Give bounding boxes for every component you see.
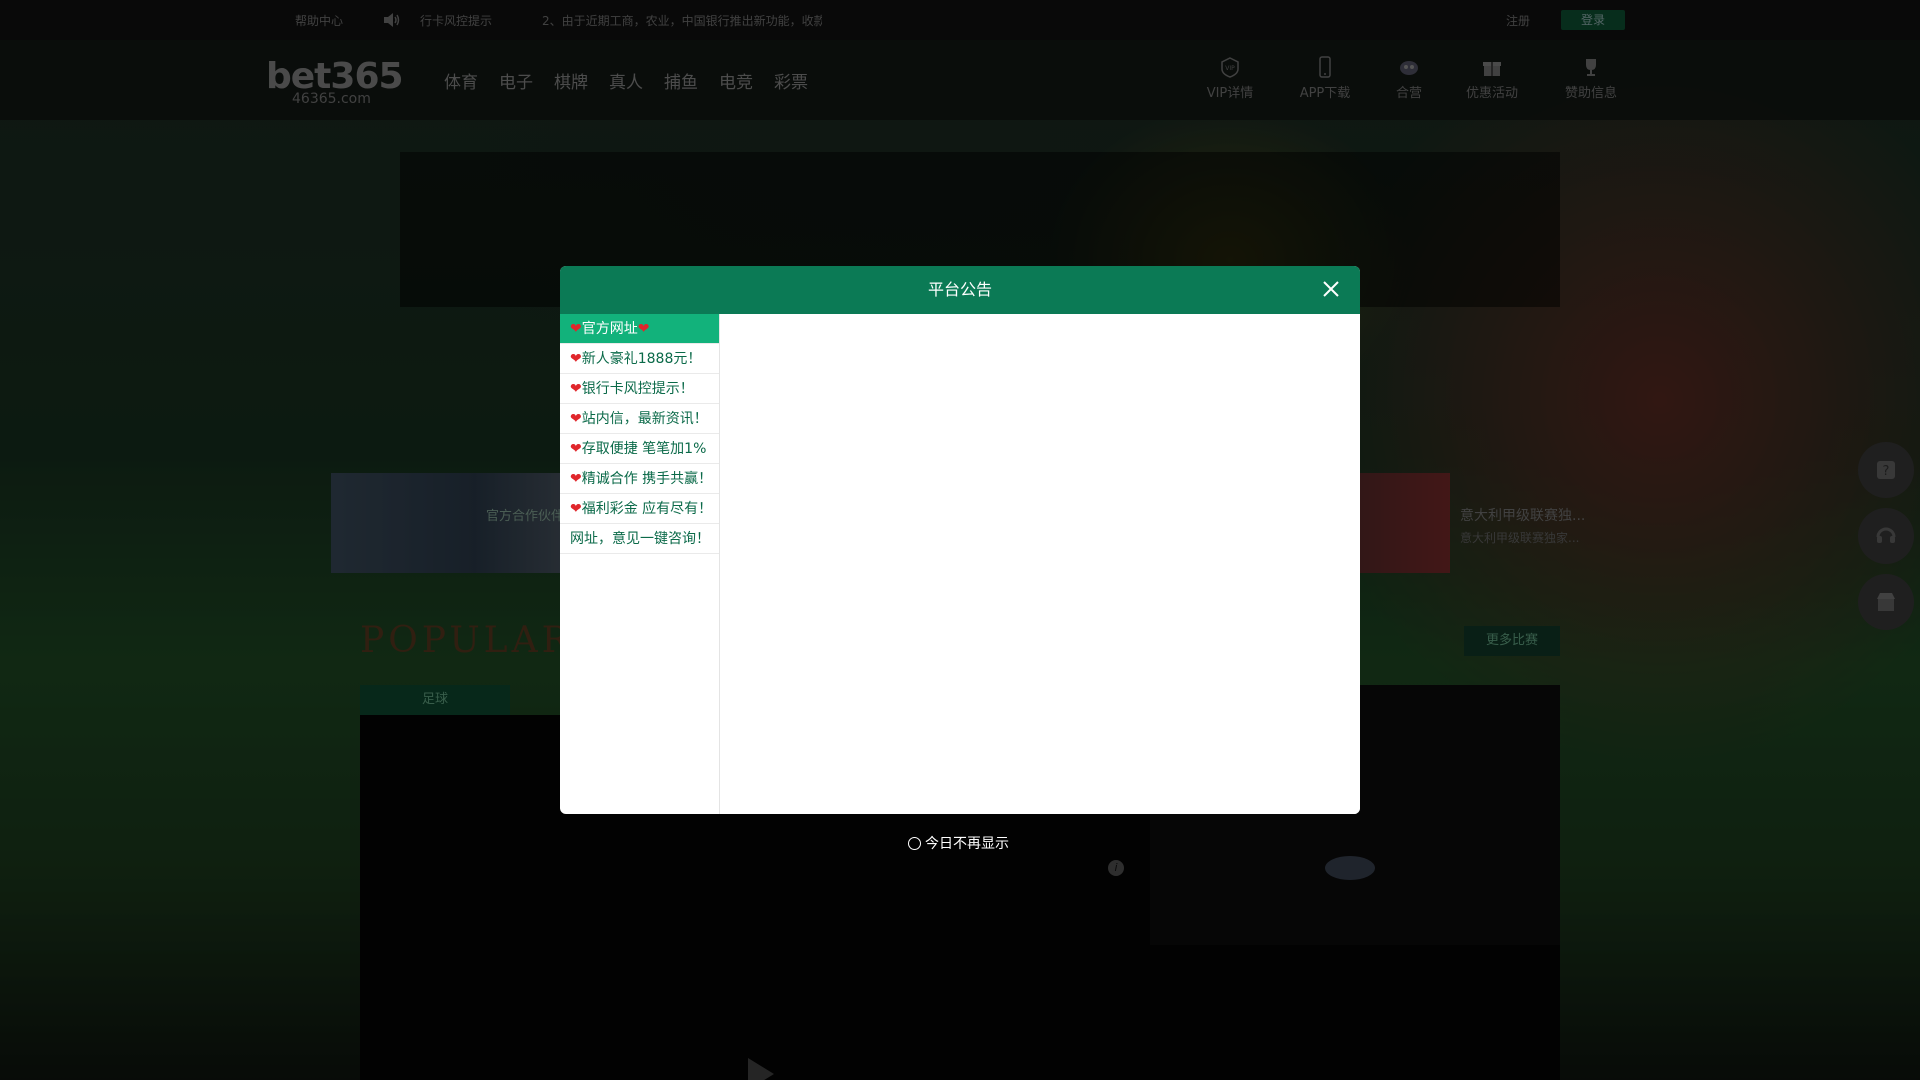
announcement-item[interactable]: ❤精诚合作 携手共赢！: [560, 464, 719, 494]
announcement-item[interactable]: ❤站内信，最新资讯！: [560, 404, 719, 434]
no-show-today-label: 今日不再显示: [925, 836, 1009, 852]
modal-title: 平台公告: [927, 280, 992, 299]
announcement-item[interactable]: ❤存取便捷 笔笔加1%: [560, 434, 719, 464]
modal-header: 平台公告: [560, 266, 1360, 314]
announcement-list: ❤官方网址❤ ❤新人豪礼1888元！ ❤银行卡风控提示！ ❤站内信，最新资讯！ …: [560, 314, 720, 814]
announcement-item[interactable]: ❤官方网址❤: [560, 314, 719, 344]
no-show-today-option[interactable]: 今日不再显示: [908, 833, 1009, 853]
header-dim: [0, 0, 1920, 120]
announcement-item[interactable]: ❤福利彩金 应有尽有！: [560, 494, 719, 524]
announcement-item[interactable]: 网址，意见一键咨询！: [560, 524, 719, 554]
announcement-content: [721, 314, 1360, 814]
close-icon[interactable]: [1320, 278, 1342, 300]
announcement-item[interactable]: ❤银行卡风控提示！: [560, 374, 719, 404]
radio-button[interactable]: [908, 836, 921, 850]
announcement-item[interactable]: ❤新人豪礼1888元！: [560, 344, 719, 374]
announcement-modal: 平台公告 ❤官方网址❤ ❤新人豪礼1888元！ ❤银行卡风控提示！ ❤站内信，最…: [560, 266, 1360, 814]
